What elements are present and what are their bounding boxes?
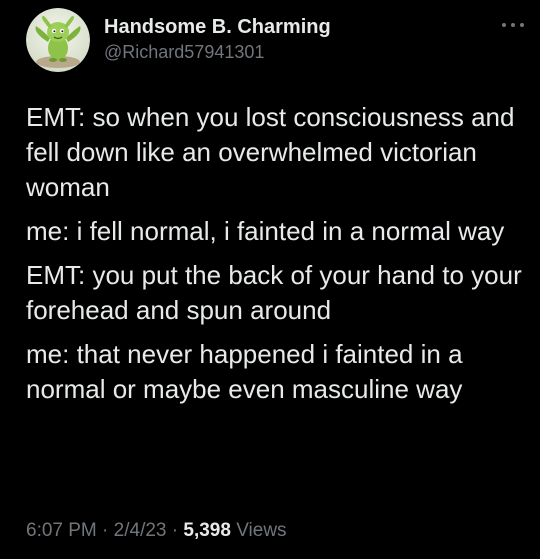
tweet-date[interactable]: 2/4/23	[114, 520, 167, 541]
tweet-paragraph: me: i fell normal, i fainted in a normal…	[26, 216, 505, 246]
tweet-header: Handsome B. Charming @Richard57941301	[26, 8, 526, 72]
author-display-name[interactable]: Handsome B. Charming	[104, 14, 331, 40]
views-label: Views	[236, 520, 287, 541]
tweet-paragraph: EMT: so when you lost consciousness and …	[26, 102, 515, 202]
more-dot	[520, 23, 524, 27]
tweet-text: EMT: so when you lost consciousness and …	[26, 100, 526, 416]
tweet-paragraph: me: that never happened i fainted in a n…	[26, 339, 463, 404]
author-handle[interactable]: @Richard57941301	[104, 40, 331, 64]
views-count: 5,398	[183, 520, 231, 541]
meta-separator: ·	[102, 520, 109, 541]
avatar[interactable]	[26, 8, 90, 72]
more-options-icon[interactable]	[500, 18, 526, 32]
tweet-paragraph: EMT: you put the back of your hand to yo…	[26, 260, 522, 325]
more-dot	[511, 23, 515, 27]
tweet-time[interactable]: 6:07 PM	[26, 520, 97, 541]
tweet-meta: 6:07 PM · 2/4/23 · 5,398 Views	[26, 518, 287, 544]
meta-separator: ·	[171, 520, 179, 541]
tweet: Handsome B. Charming @Richard57941301 EM…	[0, 0, 540, 559]
author-names: Handsome B. Charming @Richard57941301	[104, 14, 331, 64]
more-dot	[502, 23, 506, 27]
cartoon-character-avatar-icon	[26, 8, 90, 72]
